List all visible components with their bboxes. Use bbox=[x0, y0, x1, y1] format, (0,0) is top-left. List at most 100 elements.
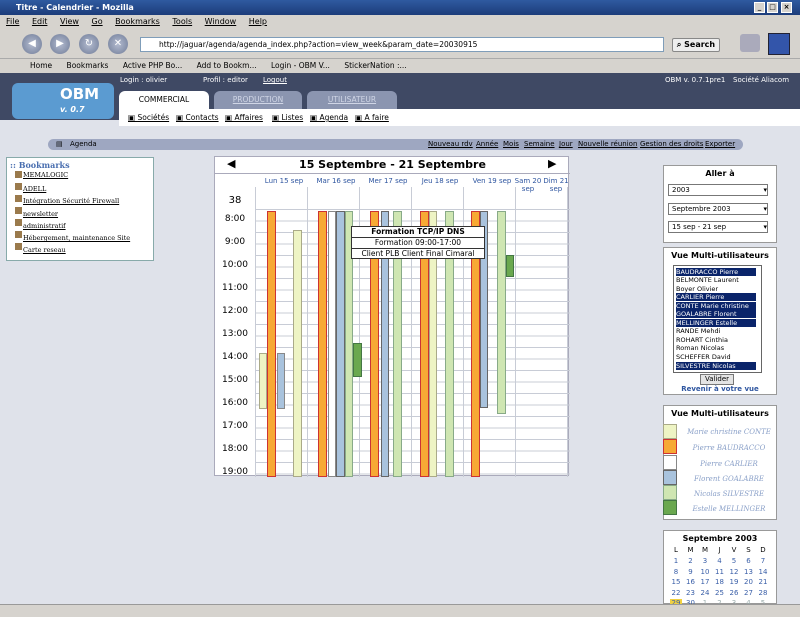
menu-help[interactable]: Help bbox=[249, 17, 267, 26]
bookmarks-link[interactable]: Bookmarks bbox=[67, 61, 109, 70]
mini-calendar-day[interactable]: 21 bbox=[757, 578, 769, 586]
month-select[interactable]: Septembre 2003 ▾ bbox=[668, 203, 768, 215]
user-option[interactable]: SILVESTRE Nicolas bbox=[676, 362, 756, 370]
tab-production[interactable]: PRODUCTION bbox=[214, 91, 302, 109]
user-option[interactable]: CARLIER Pierre bbox=[676, 293, 756, 301]
mini-calendar-day[interactable]: 17 bbox=[699, 578, 711, 586]
mini-calendar-day[interactable]: 8 bbox=[670, 568, 682, 576]
event-bar[interactable] bbox=[328, 211, 336, 477]
mini-calendar-day[interactable]: 16 bbox=[685, 578, 697, 586]
mini-calendar-day[interactable]: 20 bbox=[743, 578, 755, 586]
stop-button[interactable]: ✕ bbox=[108, 34, 128, 54]
mini-calendar-day[interactable]: 5 bbox=[728, 557, 740, 565]
week-select[interactable]: 15 sep - 21 sep ▾ bbox=[668, 221, 768, 233]
minimize-button[interactable]: _ bbox=[754, 2, 765, 13]
event-bar[interactable] bbox=[336, 211, 345, 477]
user-option[interactable]: MELLINGER Estelle bbox=[676, 319, 756, 327]
bookmark-stickernation[interactable]: StickerNation :... bbox=[344, 61, 406, 70]
bookmark-item[interactable]: Carte reseau bbox=[23, 246, 66, 254]
menu-edit[interactable]: Edit bbox=[32, 17, 48, 26]
mini-calendar-day[interactable]: 7 bbox=[757, 557, 769, 565]
bookmark-item[interactable]: administratif bbox=[23, 222, 66, 230]
user-option[interactable]: Roman Nicolas bbox=[676, 344, 756, 352]
bookmark-login-obm[interactable]: Login - OBM V... bbox=[271, 61, 330, 70]
submenu-a-faire[interactable]: ▣ A faire bbox=[355, 113, 389, 122]
submenu-contacts[interactable]: ▣ Contacts bbox=[176, 113, 219, 122]
user-option[interactable]: ROHART Cinthia bbox=[676, 336, 756, 344]
year-select[interactable]: 2003 ▾ bbox=[668, 184, 768, 196]
bookmark-item[interactable]: Hébergement, maintenance Site bbox=[23, 234, 130, 242]
user-option[interactable]: BELMONTE Laurent bbox=[676, 276, 756, 284]
mini-calendar-day[interactable]: 6 bbox=[743, 557, 755, 565]
tab-commercial[interactable]: COMMERCIAL bbox=[119, 91, 209, 109]
day-link[interactable]: Jour bbox=[559, 139, 573, 150]
mini-calendar-day[interactable]: 24 bbox=[699, 589, 711, 597]
new-appointment-link[interactable]: Nouveau rdv bbox=[428, 139, 473, 150]
back-button[interactable]: ◀ bbox=[22, 34, 42, 54]
search-button[interactable]: ⌕ Search bbox=[672, 38, 720, 52]
user-option[interactable]: CONTE Marie christine bbox=[676, 302, 756, 310]
event-bar[interactable] bbox=[267, 211, 276, 477]
event-bar[interactable] bbox=[318, 211, 327, 477]
mini-calendar-day[interactable]: 19 bbox=[728, 578, 740, 586]
menu-go[interactable]: Go bbox=[92, 17, 103, 26]
mini-calendar-day[interactable]: 15 bbox=[670, 578, 682, 586]
event-bar[interactable] bbox=[353, 343, 362, 377]
tab-utilisateur[interactable]: UTILISATEUR bbox=[307, 91, 397, 109]
day-header-tue[interactable]: Mar 16 sep bbox=[311, 177, 361, 185]
rights-link[interactable]: Gestion des droits bbox=[640, 139, 703, 150]
back-to-my-view-link[interactable]: Revenir à votre vue bbox=[663, 385, 777, 393]
bookmark-item[interactable]: MEMALOGIC bbox=[23, 171, 68, 179]
week-link[interactable]: Semaine bbox=[524, 139, 555, 150]
mini-calendar-day[interactable]: 2 bbox=[685, 557, 697, 565]
bookmark-item[interactable]: ADELL bbox=[23, 185, 46, 193]
logout-link[interactable]: Logout bbox=[263, 76, 287, 84]
event-bar[interactable] bbox=[277, 353, 285, 409]
mini-calendar-day[interactable]: 27 bbox=[743, 589, 755, 597]
mini-calendar-day[interactable]: 4 bbox=[714, 557, 726, 565]
menu-bookmarks[interactable]: Bookmarks bbox=[115, 17, 160, 26]
menu-window[interactable]: Window bbox=[205, 17, 237, 26]
bookmark-item[interactable]: Intégration Sécurité Firewall bbox=[23, 197, 119, 205]
mini-calendar-day[interactable]: 22 bbox=[670, 589, 682, 597]
mini-calendar-day[interactable]: 11 bbox=[714, 568, 726, 576]
mini-calendar-day[interactable]: 1 bbox=[670, 557, 682, 565]
print-icon[interactable] bbox=[740, 34, 760, 52]
user-option[interactable]: Boyer Olivier bbox=[676, 285, 756, 293]
mini-calendar-day[interactable]: 23 bbox=[685, 589, 697, 597]
submenu-agenda[interactable]: ▣ Agenda bbox=[310, 113, 348, 122]
event-bar[interactable] bbox=[293, 230, 302, 477]
day-header-fri[interactable]: Ven 19 sep bbox=[467, 177, 517, 185]
new-meeting-link[interactable]: Nouvelle réunion bbox=[578, 139, 637, 150]
mini-calendar-day[interactable]: 14 bbox=[757, 568, 769, 576]
mini-calendar-day[interactable]: 26 bbox=[728, 589, 740, 597]
user-option[interactable]: RANDE Mehdi bbox=[676, 327, 756, 335]
mini-calendar-day[interactable]: 12 bbox=[728, 568, 740, 576]
year-link[interactable]: Année bbox=[476, 139, 498, 150]
mini-calendar-day[interactable]: 13 bbox=[743, 568, 755, 576]
mini-calendar-day[interactable]: 28 bbox=[757, 589, 769, 597]
reload-button[interactable]: ↻ bbox=[79, 34, 99, 54]
event-bar[interactable] bbox=[506, 255, 514, 277]
submenu-societes[interactable]: ▣ Sociétés bbox=[128, 113, 169, 122]
mini-calendar-day[interactable]: 25 bbox=[714, 589, 726, 597]
menu-view[interactable]: View bbox=[60, 17, 79, 26]
event-bar[interactable] bbox=[497, 211, 506, 414]
home-link[interactable]: Home bbox=[30, 61, 52, 70]
month-link[interactable]: Mois bbox=[503, 139, 519, 150]
day-header-thu[interactable]: Jeu 18 sep bbox=[415, 177, 465, 185]
maximize-button[interactable]: □ bbox=[767, 2, 778, 13]
user-option[interactable]: BAUDRACCO Pierre bbox=[676, 268, 756, 276]
mini-calendar-day[interactable]: 10 bbox=[699, 568, 711, 576]
bookmark-active-php[interactable]: Active PHP Bo... bbox=[123, 61, 182, 70]
forward-button[interactable]: ▶ bbox=[50, 34, 70, 54]
menu-tools[interactable]: Tools bbox=[172, 17, 192, 26]
day-header-mon[interactable]: Lun 15 sep bbox=[259, 177, 309, 185]
mini-calendar-day[interactable]: 18 bbox=[714, 578, 726, 586]
user-option[interactable]: SCHEFFER David bbox=[676, 353, 756, 361]
next-week-button[interactable]: ▶ bbox=[548, 157, 556, 170]
mini-calendar-day[interactable]: 9 bbox=[685, 568, 697, 576]
submenu-listes[interactable]: ▣ Listes bbox=[272, 113, 303, 122]
validate-button[interactable]: Valider bbox=[700, 374, 734, 385]
close-window-button[interactable]: × bbox=[781, 2, 792, 13]
